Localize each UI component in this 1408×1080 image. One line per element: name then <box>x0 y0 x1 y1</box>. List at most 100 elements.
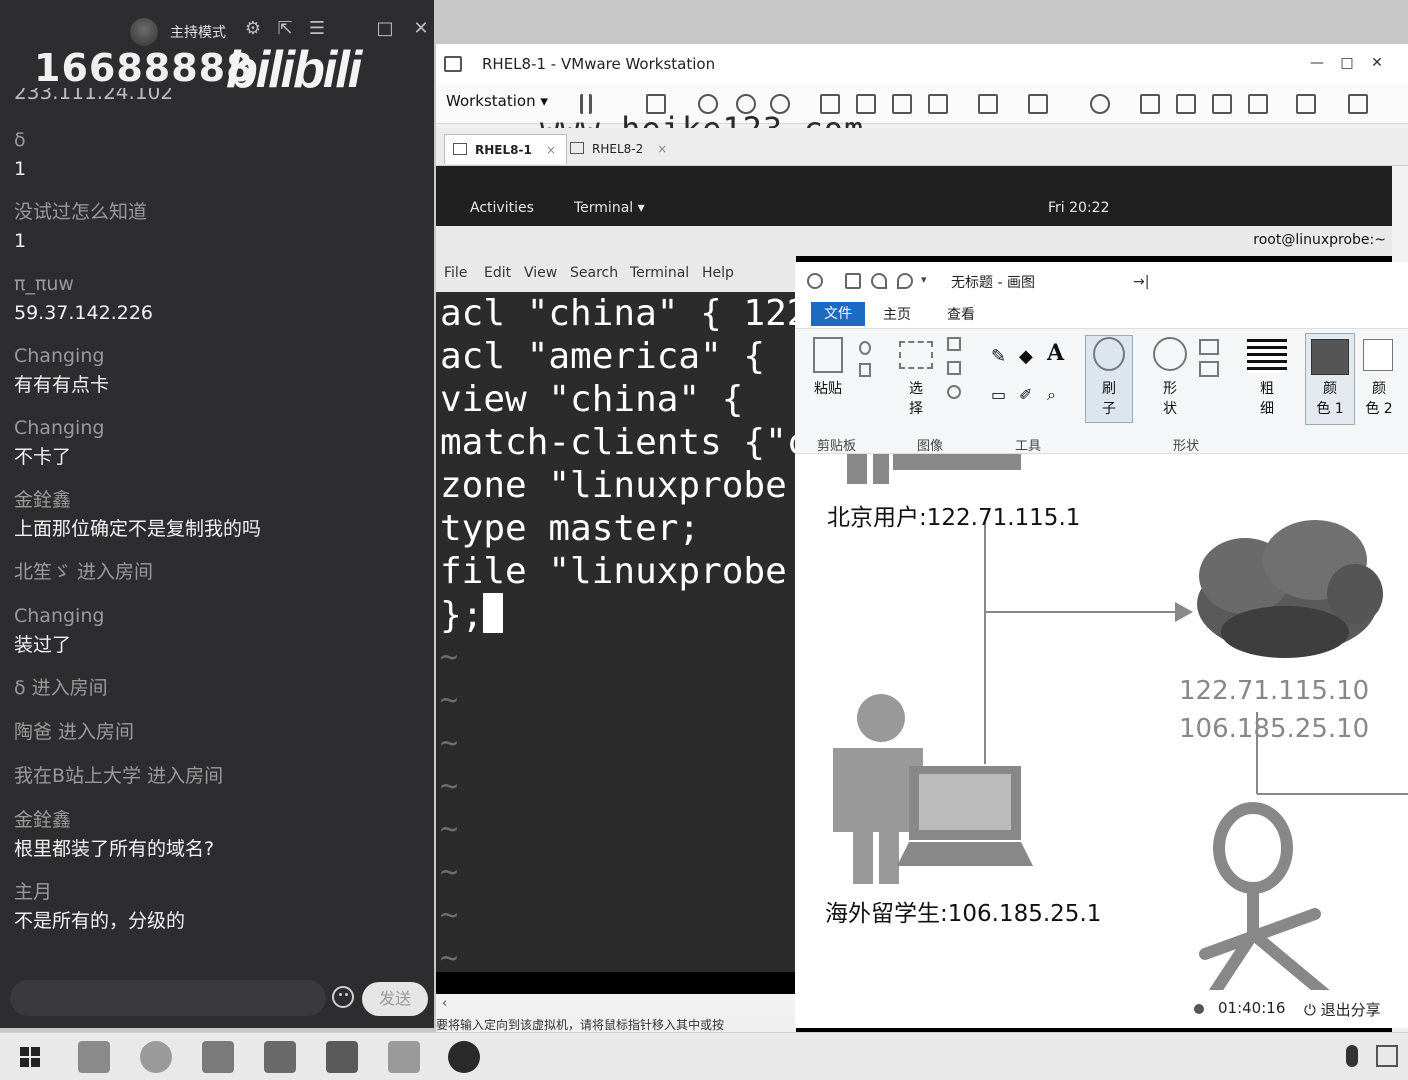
size-button[interactable]: 粗 细 <box>1251 379 1283 419</box>
notice-text: 我在B站上大学 进入房间 <box>14 765 224 787</box>
unity-mode-icon[interactable] <box>1248 94 1268 114</box>
help-icon[interactable] <box>1090 94 1110 114</box>
tab-view[interactable]: 查看 <box>947 304 975 324</box>
color-picker-icon[interactable]: ✐ <box>1019 385 1032 405</box>
tab-close-icon[interactable]: × <box>546 143 556 157</box>
full-screen-icon[interactable] <box>1212 94 1232 114</box>
color2-button[interactable]: 颜 色 2 <box>1359 379 1399 419</box>
tab-close-icon[interactable]: × <box>657 142 667 156</box>
fill-shape-icon[interactable] <box>1199 361 1219 377</box>
settings-icon[interactable]: ⚙ <box>242 18 264 40</box>
text-tool-icon[interactable]: A <box>1047 342 1064 364</box>
exit-share-button[interactable]: ⏻ 退出分享 <box>1304 999 1381 1020</box>
menu-terminal[interactable]: Terminal <box>630 265 689 281</box>
console-view-icon[interactable] <box>978 94 998 114</box>
clock[interactable]: Fri 20:22 <box>1048 200 1109 216</box>
horizontal-scrollbar[interactable]: ‹ <box>436 994 796 1016</box>
crop-icon[interactable] <box>947 337 961 351</box>
menu-search[interactable]: Search <box>570 265 618 281</box>
line-size-icon[interactable] <box>1247 339 1287 373</box>
notification-icon[interactable] <box>1376 1045 1398 1067</box>
unity-icon[interactable] <box>928 94 948 114</box>
sender-name: 金銓鑫 <box>14 489 72 511</box>
customize-toolbar-icon[interactable]: ▾ <box>921 273 937 289</box>
microphone-icon[interactable] <box>1346 1045 1358 1067</box>
chat-input[interactable] <box>10 980 326 1016</box>
terminal-body[interactable]: acl "china" { 122 acl "america" { view "… <box>436 292 796 972</box>
menu-file[interactable]: File <box>444 265 467 281</box>
menu-help[interactable]: Help <box>702 265 734 281</box>
shapes-button[interactable]: 形 状 <box>1155 379 1185 419</box>
stretch-icon[interactable] <box>1028 94 1048 114</box>
brush-button[interactable]: 刷 子 <box>1093 379 1125 419</box>
color1-swatch[interactable] <box>1311 339 1349 375</box>
menu-view[interactable]: View <box>524 265 557 281</box>
clipboard-icon[interactable] <box>813 337 843 373</box>
vmware-taskbar-icon[interactable] <box>202 1041 234 1073</box>
tab-home[interactable]: 主页 <box>883 304 911 324</box>
chat-message: 主月 不是所有的，分级的 <box>0 878 434 936</box>
select-button[interactable]: 选 择 <box>901 379 931 419</box>
chat-message: 金銓鑫 根里都装了所有的域名? <box>0 806 434 864</box>
file-explorer-icon[interactable] <box>78 1041 110 1073</box>
close-icon[interactable]: ✕ <box>410 18 432 40</box>
menu-edit[interactable]: Edit <box>484 265 511 281</box>
activities-button[interactable]: Activities <box>470 200 534 216</box>
arrow-head <box>1175 602 1193 622</box>
rotate-icon[interactable] <box>947 385 961 399</box>
host-mode-label[interactable]: 主持模式 <box>170 22 226 42</box>
magnifier-icon[interactable]: ⌕ <box>1047 385 1056 405</box>
select-icon[interactable] <box>899 341 933 369</box>
popout-icon[interactable]: ⇱ <box>274 18 296 40</box>
window-title: RHEL8-1 - VMware Workstation <box>482 55 716 73</box>
scroll-left-icon[interactable]: ‹ <box>442 996 447 1011</box>
paint-taskbar-icon[interactable] <box>388 1041 420 1073</box>
message-text: 59.37.142.226 <box>14 302 154 324</box>
fill-icon[interactable]: ◆ <box>1019 347 1033 367</box>
terminal-icon[interactable] <box>1296 94 1316 114</box>
outline-icon[interactable] <box>1199 339 1219 355</box>
workstation-menu[interactable]: Workstation ▾ <box>446 92 548 110</box>
thumbnail-bar-icon[interactable] <box>1176 94 1196 114</box>
message-text: 有有有点卡 <box>14 374 110 396</box>
brush-icon[interactable] <box>1093 337 1125 371</box>
tab-rhel8-2[interactable]: RHEL8-2 × <box>562 134 677 164</box>
copy-icon[interactable] <box>859 363 871 377</box>
tab-rhel8-1[interactable]: RHEL8-1 × <box>444 134 568 164</box>
paint-ribbon: 粘贴 选 择 ✎ ◆ A ▭ ✐ ⌕ 刷 子 形 状 粗 细 颜 色 1 颜 色… <box>795 328 1408 454</box>
send-button[interactable]: 发送 <box>362 982 428 1016</box>
autofit-icon[interactable] <box>1348 94 1368 114</box>
eraser-icon[interactable]: ▭ <box>991 385 1006 405</box>
shapes-icon[interactable] <box>1153 337 1187 371</box>
maximize-icon[interactable]: □ <box>374 18 396 40</box>
cut-icon[interactable] <box>859 341 871 355</box>
library-icon[interactable] <box>1140 94 1160 114</box>
pencil-icon[interactable]: ✎ <box>991 347 1006 367</box>
pin-icon[interactable]: →| <box>1133 274 1149 290</box>
tab-file[interactable]: 文件 <box>811 302 865 326</box>
bilibili-live-icon[interactable] <box>448 1041 480 1073</box>
redo-icon[interactable] <box>897 273 913 289</box>
maximize-icon[interactable]: □ <box>1336 52 1358 74</box>
color1-button[interactable]: 颜 色 1 <box>1309 379 1351 419</box>
save-icon[interactable] <box>845 273 861 289</box>
terminal-line: file "linuxprobe <box>440 551 787 592</box>
chat-message: 金銓鑫 上面那位确定不是复制我的吗 <box>0 486 434 544</box>
paste-button[interactable]: 粘贴 <box>811 379 845 399</box>
browser-icon[interactable] <box>140 1041 172 1073</box>
resize-icon[interactable] <box>947 361 961 375</box>
terminal-app-menu[interactable]: Terminal ▾ <box>574 200 645 216</box>
app-icon[interactable] <box>264 1041 296 1073</box>
menu-icon[interactable]: ☰ <box>306 18 328 40</box>
fullscreen-icon[interactable] <box>892 94 912 114</box>
paint-canvas[interactable]: 北京用户:122.71.115.1 122.71.115.10 106.185.… <box>795 454 1408 1028</box>
emoji-icon[interactable] <box>332 986 354 1008</box>
host-avatar[interactable] <box>130 18 158 46</box>
windows-start-icon[interactable] <box>20 1047 40 1067</box>
minimize-icon[interactable]: — <box>1306 52 1328 74</box>
windows-taskbar <box>0 1032 1408 1080</box>
editor-icon[interactable] <box>326 1041 358 1073</box>
color2-swatch[interactable] <box>1363 339 1393 371</box>
undo-icon[interactable] <box>871 273 887 289</box>
close-icon[interactable]: ✕ <box>1366 52 1388 74</box>
